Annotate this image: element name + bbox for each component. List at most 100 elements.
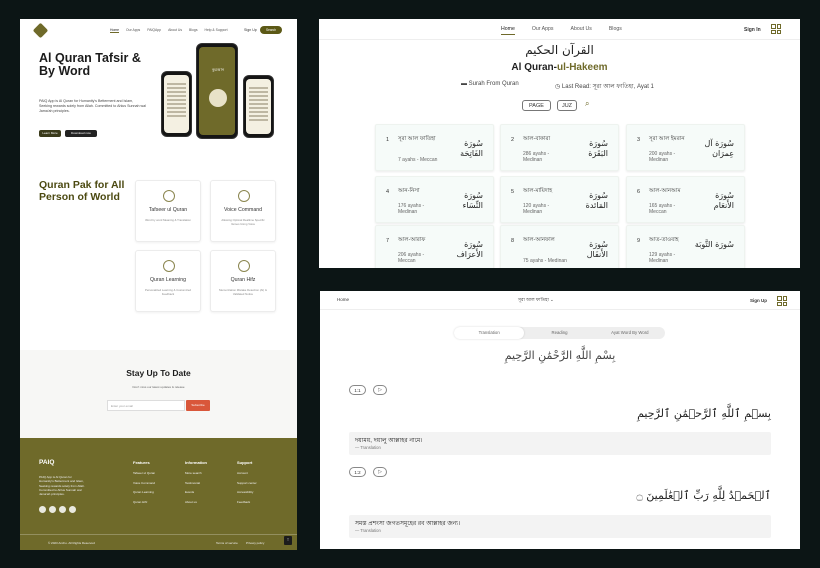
last-read[interactable]: ◷ Last Read: সূরা আল ফাতিহা, Ayat 1 bbox=[555, 81, 654, 92]
footer-brand: PAIQ bbox=[39, 459, 55, 466]
footer-link[interactable]: Support center bbox=[237, 481, 257, 485]
nav-blogs[interactable]: Blogs bbox=[609, 26, 622, 35]
surah-arabic: سُورَة التَّوبَة bbox=[694, 240, 734, 249]
phone-screen-title: কুরআন bbox=[211, 67, 225, 72]
surah-card[interactable]: 8 আল-আনফাল 75 ayahs - Medinan سُورَة الأ… bbox=[500, 225, 619, 268]
surah-card[interactable]: 7 আল-আরাফ 206 ayahs - Meccan سُورَة الأَ… bbox=[375, 225, 494, 268]
surah-ayahs: 7 ayahs - Meccan bbox=[398, 157, 438, 163]
surah-ayahs: 176 ayahs - Medinan bbox=[398, 203, 425, 215]
signup-link[interactable]: Sign Up bbox=[244, 28, 257, 32]
surah-from-quran: ▬ Surah From Quran bbox=[461, 81, 519, 87]
search-button[interactable]: Search bbox=[260, 26, 282, 34]
feature-desc: Personalized Learning & Customized Feedb… bbox=[144, 288, 192, 296]
surah-ayahs: 200 ayahs - Medinan bbox=[649, 151, 676, 163]
nav-about[interactable]: About Us bbox=[570, 26, 591, 35]
surah-name: আল-মায়িদাহ bbox=[523, 188, 553, 194]
surah-card[interactable]: 1 সূরা আল ফাতিহা 7 ayahs - Meccan سُورَة… bbox=[375, 124, 494, 171]
privacy-link[interactable]: Privacy policy bbox=[246, 541, 264, 545]
feature-card-voice[interactable]: Voice Command Allowing Optimal Realtime … bbox=[210, 180, 276, 242]
surah-ayahs: 75 ayahs - Medinan bbox=[523, 258, 567, 264]
nav-our-apps[interactable]: Our Apps bbox=[532, 26, 554, 35]
learn-more-button[interactable]: Learn More bbox=[39, 130, 61, 137]
facebook-icon[interactable] bbox=[39, 506, 46, 513]
footer-link[interactable]: Events bbox=[185, 490, 207, 494]
surah-name: সূরা আল ফাতিহা bbox=[398, 136, 436, 142]
meta-text: Last Read: সূরা আল ফাতিহা, Ayat 1 bbox=[561, 84, 654, 90]
instagram-icon[interactable] bbox=[59, 506, 66, 513]
surah-number: 3 bbox=[637, 137, 641, 143]
surah-number: 4 bbox=[386, 189, 390, 195]
footer-link[interactable]: Feedback bbox=[237, 500, 257, 504]
verse-number-badge[interactable]: 1:1 bbox=[349, 385, 366, 395]
feature-title: Quran Learning bbox=[149, 277, 187, 283]
feature-card-tafseer[interactable]: Tafseer ul Quran Word by word Meaning & … bbox=[135, 180, 201, 242]
surah-card[interactable]: 9 আত-তাওবাহ 129 ayahs - Medinan سُورَة ا… bbox=[626, 225, 745, 268]
nav-home[interactable]: Home bbox=[337, 297, 349, 302]
grid-menu-icon[interactable] bbox=[771, 24, 781, 34]
phone-mockup-center: কুরআন bbox=[196, 43, 238, 139]
tab-translation[interactable]: Translation bbox=[454, 327, 525, 339]
tab-reading[interactable]: Reading bbox=[524, 327, 594, 339]
meta-text: Surah From Quran bbox=[468, 81, 519, 87]
search-icon[interactable]: ⌕ bbox=[585, 99, 589, 109]
feature-desc: Allowing Optimal Realtime Specific Verse… bbox=[221, 218, 265, 226]
verse-number-badge[interactable]: 1:2 bbox=[349, 467, 366, 477]
feature-card-learning[interactable]: Quran Learning Personalized Learning & C… bbox=[135, 250, 201, 312]
surah-arabic: سُورَة الأَعرَاف bbox=[456, 240, 484, 259]
footer-link[interactable]: Account bbox=[237, 471, 257, 475]
subscribe-button[interactable]: Subscribe bbox=[186, 400, 210, 411]
surah-card[interactable]: 5 আল-মায়িদাহ 120 ayahs - Medinan سُورَة… bbox=[500, 176, 619, 223]
landing-navbar: Home Our Apps PAIQApp About Us Blogs Hel… bbox=[20, 19, 297, 43]
play-icon[interactable]: ▷ bbox=[373, 385, 387, 395]
nav-home[interactable]: Home bbox=[110, 28, 120, 33]
footer-link[interactable]: Quran Hifz bbox=[133, 500, 155, 504]
surah-number: 8 bbox=[511, 238, 515, 244]
surah-number: 5 bbox=[511, 189, 515, 195]
tab-word-by-word[interactable]: Ayat Word By Word bbox=[595, 327, 665, 339]
surah-number: 1 bbox=[386, 137, 390, 143]
download-now-button[interactable]: Download now bbox=[65, 130, 97, 137]
twitter-icon[interactable] bbox=[49, 506, 56, 513]
grid-menu-icon[interactable] bbox=[777, 296, 787, 306]
nav-home[interactable]: Home bbox=[501, 26, 515, 35]
play-icon[interactable]: ▷ bbox=[373, 467, 387, 477]
section-title: Quran Pak for All Person of World bbox=[39, 179, 125, 203]
paiq-logo-icon[interactable] bbox=[32, 22, 49, 39]
footer-link[interactable]: About us bbox=[185, 500, 207, 504]
surah-arabic: سُورَة الأَنفَال bbox=[586, 240, 608, 259]
surah-arabic: سُورَة آل عِمرَان bbox=[704, 139, 734, 158]
surah-card[interactable]: 2 আল-বাকারা 286 ayahs - Medinan سُورَة ا… bbox=[500, 124, 619, 171]
surah-card[interactable]: 3 সূরা আল ইমরান 200 ayahs - Medinan سُور… bbox=[626, 124, 745, 171]
email-input[interactable]: Enter your email bbox=[107, 400, 185, 411]
terms-link[interactable]: Terms of service bbox=[216, 541, 238, 545]
juz-button[interactable]: JUZ bbox=[557, 100, 577, 111]
footer-link[interactable]: Quran Learning bbox=[133, 490, 155, 494]
scroll-top-button[interactable]: ↑ bbox=[284, 536, 292, 545]
signin-link[interactable]: Sign In bbox=[744, 27, 761, 33]
surah-card[interactable]: 6 আল-আনআম 165 ayahs - Meccan سُورَة الأَ… bbox=[626, 176, 745, 223]
surah-arabic: سُورَة البَقَرَة bbox=[588, 139, 608, 158]
footer-link[interactable]: Voice Command bbox=[133, 481, 155, 485]
footer-link[interactable]: Accessibility bbox=[237, 490, 257, 494]
surah-name: আন-নিসা bbox=[398, 188, 420, 194]
page-button[interactable]: PAGE bbox=[522, 100, 551, 111]
surah-select[interactable]: সূরা আল ফাতিহা ⌄ bbox=[518, 297, 554, 304]
view-tabs: Translation Reading Ayat Word By Word bbox=[454, 327, 665, 339]
page-title: Al Quran-ul-Hakeem bbox=[319, 62, 800, 73]
nav-our-apps[interactable]: Our Apps bbox=[126, 28, 140, 33]
footer-bottom-bar: © 2023 Ancho. All Rights Reserved Terms … bbox=[20, 534, 297, 550]
footer-link[interactable]: More search bbox=[185, 471, 207, 475]
footer-link[interactable]: Testimonial bbox=[185, 481, 207, 485]
feature-card-hifz[interactable]: Quran Hifz Memorization Mistake Detectio… bbox=[210, 250, 276, 312]
surah-name: আল-আনআম bbox=[649, 188, 681, 194]
nav-paiqapp[interactable]: PAIQApp bbox=[147, 28, 161, 33]
nav-blogs[interactable]: Blogs bbox=[189, 28, 197, 33]
signup-link[interactable]: Sign Up bbox=[750, 298, 767, 303]
verse-arabic: ٱلۡحَمۡدُ لِلَّهِ رَبِّ ٱلۡعَٰلَمِينَ ۝ bbox=[636, 489, 771, 502]
footer-col-information: Information More search Testimonial Even… bbox=[185, 460, 207, 509]
nav-about[interactable]: About Us bbox=[168, 28, 182, 33]
footer-link[interactable]: Tafseer ul Quran bbox=[133, 471, 155, 475]
nav-help[interactable]: Help & Support bbox=[205, 28, 228, 33]
surah-card[interactable]: 4 আন-নিসা 176 ayahs - Medinan سُورَة الن… bbox=[375, 176, 494, 223]
linkedin-icon[interactable] bbox=[69, 506, 76, 513]
